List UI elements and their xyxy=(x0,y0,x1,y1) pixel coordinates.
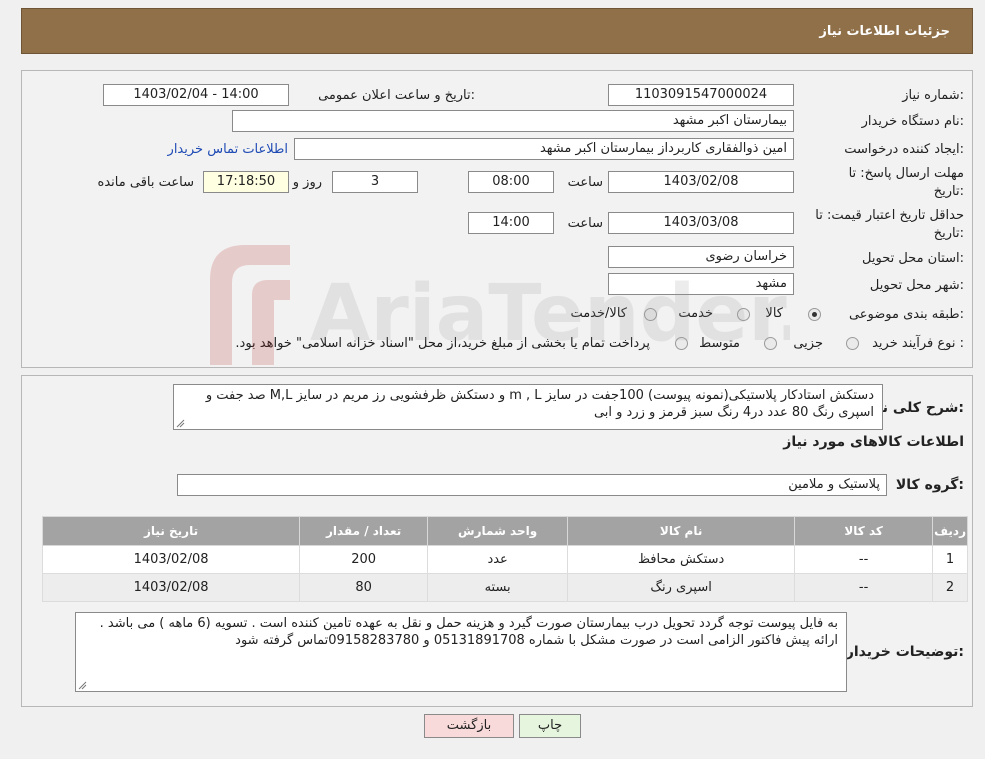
col-header-item-code: کد کالا xyxy=(794,516,934,546)
requester-label: ایجاد کننده درخواست: xyxy=(844,142,964,157)
send-deadline-date-field[interactable]: 1403/02/08 xyxy=(608,171,794,193)
cell-unit: عدد xyxy=(427,545,569,574)
goods-info-title: اطلاعات کالاهای مورد نیاز xyxy=(783,434,964,450)
process-label: نوع فرآیند خرید : xyxy=(872,336,964,351)
buyer-notes-label: توضیحات خریدار: xyxy=(845,644,964,660)
category-radio-goods[interactable] xyxy=(808,307,821,322)
goods-group-label: گروه کالا: xyxy=(895,477,964,493)
col-header-row-number: ردیف xyxy=(932,516,968,546)
col-header-quantity: تعداد / مقدار xyxy=(299,516,429,546)
need-number-field[interactable]: 1103091547000024 xyxy=(608,84,794,106)
requester-field[interactable]: امین ذوالفقاری کاربرداز بیمارستان اکبر م… xyxy=(294,138,794,160)
send-deadline-time-field[interactable]: 08:00 xyxy=(468,171,554,193)
process-radio-medium[interactable] xyxy=(764,336,777,351)
process-radio-minor[interactable] xyxy=(846,336,859,351)
send-deadline-label-date: تاریخ: xyxy=(933,184,964,199)
cell-item-code: -- xyxy=(794,573,934,602)
cell-item-code: -- xyxy=(794,545,934,574)
resize-handle-icon[interactable] xyxy=(176,419,185,428)
cell-quantity: 200 xyxy=(299,545,429,574)
buyer-org-label: نام دستگاه خریدار: xyxy=(861,114,964,129)
province-label: استان محل تحویل: xyxy=(862,251,964,266)
table-row: 2 -- اسپری رنگ بسته 80 1403/02/08 xyxy=(41,573,968,602)
category-radio-goods-service[interactable] xyxy=(644,307,657,322)
resize-handle-icon[interactable] xyxy=(78,681,87,690)
goods-table: ردیف کد کالا نام کالا واحد شمارش تعداد /… xyxy=(41,516,968,602)
needs-panel: شرح کلی نیاز: دستکش استادکار پلاستیکی(نم… xyxy=(21,375,973,707)
cell-quantity: 80 xyxy=(299,573,429,602)
send-deadline-label: مهلت ارسال پاسخ: تا xyxy=(848,166,964,181)
goods-table-header-row: ردیف کد کالا نام کالا واحد شمارش تعداد /… xyxy=(41,516,968,546)
goods-group-field[interactable]: پلاستیک و ملامین xyxy=(177,474,887,496)
remaining-time-field[interactable]: 17:18:50 xyxy=(203,171,289,193)
cell-need-date: 1403/02/08 xyxy=(41,545,301,574)
cell-need-date: 1403/02/08 xyxy=(41,573,301,602)
cell-row-number: 1 xyxy=(932,545,968,574)
days-label: روز و xyxy=(292,175,322,190)
category-option-goods: کالا xyxy=(765,306,783,321)
cell-unit: بسته xyxy=(427,573,569,602)
cell-item-name: اسپری رنگ xyxy=(567,573,796,602)
send-deadline-time-label: ساعت xyxy=(567,175,603,190)
price-validity-time-field[interactable]: 14:00 xyxy=(468,212,554,234)
category-radio-service[interactable] xyxy=(737,307,750,322)
price-validity-time-label: ساعت xyxy=(567,216,603,231)
process-treasury-note: پرداخت تمام یا بخشی از مبلغ خرید،از محل … xyxy=(235,336,650,351)
back-button[interactable]: بازگشت xyxy=(424,714,514,738)
col-header-item-name: نام کالا xyxy=(567,516,796,546)
category-option-service: خدمت xyxy=(678,306,713,321)
remaining-time-label: ساعت باقی مانده xyxy=(97,175,194,190)
description-textarea[interactable]: دستکش استادکار پلاستیکی(نمونه پیوست) 100… xyxy=(173,384,883,430)
cell-row-number: 2 xyxy=(932,573,968,602)
buyer-notes-textarea[interactable]: به فایل پیوست توجه گردد تحویل درب بیمارس… xyxy=(75,612,847,692)
buyer-org-field[interactable]: بیمارستان اکبر مشهد xyxy=(232,110,794,132)
page-header: جزئیات اطلاعات نیاز xyxy=(21,8,973,54)
remaining-days-field[interactable]: 3 xyxy=(332,171,418,193)
process-option-medium: متوسط xyxy=(699,336,740,351)
price-validity-date-field[interactable]: 1403/03/08 xyxy=(608,212,794,234)
price-validity-label-date: تاریخ: xyxy=(933,226,964,241)
print-button[interactable]: چاپ xyxy=(519,714,581,738)
process-radio-treasury[interactable] xyxy=(675,336,688,351)
description-text: دستکش استادکار پلاستیکی(نمونه پیوست) 100… xyxy=(205,388,874,420)
city-field[interactable]: مشهد xyxy=(608,273,794,295)
province-field[interactable]: خراسان رضوی xyxy=(608,246,794,268)
city-label: شهر محل تحویل: xyxy=(869,278,964,293)
page-title: جزئیات اطلاعات نیاز xyxy=(819,23,950,39)
need-number-label: شماره نیاز: xyxy=(902,88,964,103)
col-header-unit: واحد شمارش xyxy=(427,516,569,546)
buyer-contact-link[interactable]: اطلاعات تماس خریدار xyxy=(168,142,288,157)
col-header-need-date: تاریخ نیاز xyxy=(41,516,301,546)
buyer-notes-text: به فایل پیوست توجه گردد تحویل درب بیمارس… xyxy=(99,616,838,648)
details-panel: شماره نیاز: 1103091547000024 تاریخ و ساع… xyxy=(21,70,973,368)
category-option-goods-service: کالا/خدمت xyxy=(570,306,627,321)
process-option-minor: جزیی xyxy=(793,336,823,351)
table-row: 1 -- دستکش محافظ عدد 200 1403/02/08 xyxy=(41,545,968,574)
announce-datetime-field[interactable]: 1403/02/04 - 14:00 xyxy=(103,84,289,106)
announce-datetime-label: تاریخ و ساعت اعلان عمومی: xyxy=(318,88,475,103)
cell-item-name: دستکش محافظ xyxy=(567,545,796,574)
price-validity-label: حداقل تاریخ اعتبار قیمت: تا xyxy=(815,208,964,223)
category-label: طبقه بندی موضوعی: xyxy=(848,307,964,322)
